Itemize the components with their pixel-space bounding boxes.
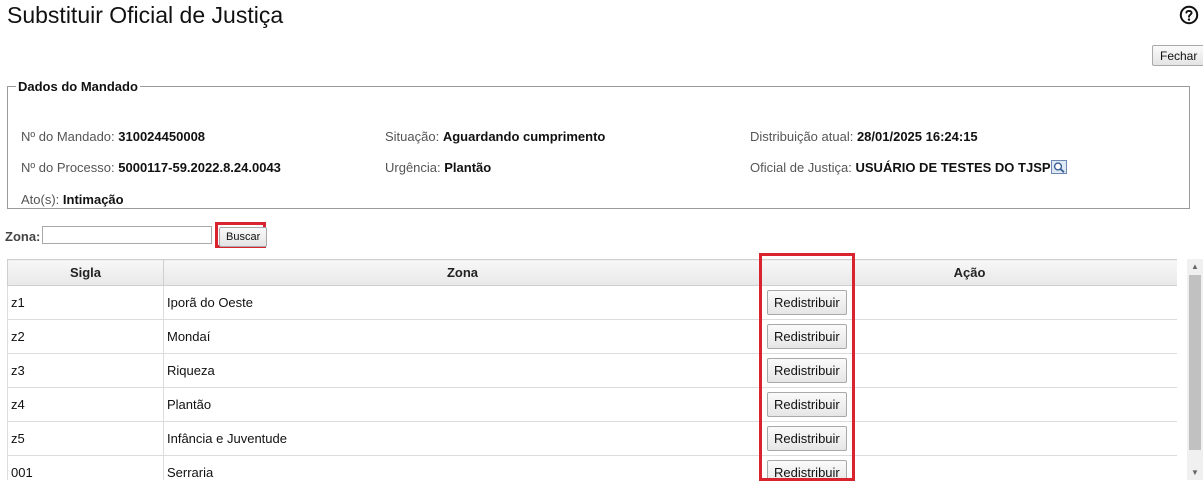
acts-field: Ato(s): Intimação [21, 192, 124, 207]
zone-search-input[interactable] [42, 226, 212, 244]
scroll-up-arrow-icon[interactable]: ▲ [1187, 260, 1203, 274]
table-row: z1 Iporã do Oeste Redistribuir [7, 285, 1177, 320]
officer-value: USUÁRIO DE TESTES DO TJSP [855, 160, 1051, 175]
cell-action: Redistribuir [761, 319, 1177, 354]
redistribute-button[interactable]: Redistribuir [767, 460, 847, 480]
help-circle-icon[interactable] [1179, 5, 1199, 25]
magnifier-icon[interactable] [1050, 160, 1067, 174]
warrant-details-legend: Dados do Mandado [18, 79, 138, 94]
cell-sigla: z1 [7, 285, 164, 320]
status-field: Situação: Aguardando cumprimento [385, 129, 605, 144]
redistribute-button[interactable]: Redistribuir [767, 358, 847, 383]
scroll-down-arrow-icon[interactable]: ▼ [1187, 466, 1203, 480]
cell-sigla: z4 [7, 387, 164, 422]
warrant-number-value: 310024450008 [118, 129, 206, 144]
urgency-label: Urgência: [385, 160, 441, 175]
cell-action: Redistribuir [761, 353, 1177, 388]
acts-value: Intimação [62, 192, 124, 207]
table-row: z3 Riqueza Redistribuir [7, 353, 1177, 388]
cell-zona: Infância e Juventude [163, 421, 762, 456]
current-distribution-field: Distribuição atual: 28/01/2025 16:24:15 [750, 129, 978, 144]
page-title: Substituir Oficial de Justiça [7, 2, 284, 28]
process-number-field: Nº do Processo: 5000117-59.2022.8.24.004… [21, 160, 281, 175]
cell-sigla: z2 [7, 319, 164, 354]
urgency-field: Urgência: Plantão [385, 160, 491, 175]
warrant-number-field: Nº do Mandado: 310024450008 [21, 129, 205, 144]
table-row: 001 Serraria Redistribuir [7, 455, 1177, 480]
table-scrollbar[interactable]: ▲ ▼ [1187, 259, 1203, 480]
cell-zona: Serraria [163, 455, 762, 480]
cell-zona: Iporã do Oeste [163, 285, 762, 320]
search-button[interactable]: Buscar [219, 227, 268, 247]
table-row: z2 Mondaí Redistribuir [7, 319, 1177, 354]
cell-zona: Mondaí [163, 319, 762, 354]
status-label: Situação: [385, 129, 440, 144]
close-button[interactable]: Fechar [1152, 45, 1203, 66]
status-value: Aguardando cumprimento [442, 129, 606, 144]
table-row: z5 Infância e Juventude Redistribuir [7, 421, 1177, 456]
zone-search-label: Zona: [5, 229, 41, 244]
zones-table: Sigla Zona Ação z1 Iporã do Oeste Redist… [7, 259, 1177, 480]
column-header-zona[interactable]: Zona [163, 259, 762, 286]
redistribute-button[interactable]: Redistribuir [767, 392, 847, 417]
redistribute-button[interactable]: Redistribuir [767, 324, 847, 349]
column-header-acao: Ação [761, 259, 1177, 286]
officer-field: Oficial de Justiça: USUÁRIO DE TESTES DO… [750, 160, 1067, 175]
process-number-value: 5000117-59.2022.8.24.0043 [118, 160, 281, 175]
officer-label: Oficial de Justiça: [750, 160, 852, 175]
scrollbar-thumb[interactable] [1189, 275, 1201, 450]
cell-action: Redistribuir [761, 421, 1177, 456]
cell-action: Redistribuir [761, 285, 1177, 320]
current-distribution-label: Distribuição atual: [750, 129, 854, 144]
process-number-label: Nº do Processo: [21, 160, 115, 175]
current-distribution-value: 28/01/2025 16:24:15 [856, 129, 978, 144]
cell-sigla: z3 [7, 353, 164, 388]
redistribute-button[interactable]: Redistribuir [767, 426, 847, 451]
redistribute-button[interactable]: Redistribuir [767, 290, 847, 315]
cell-sigla: z5 [7, 421, 164, 456]
warrant-details-panel: Dados do Mandado Nº do Mandado: 31002445… [7, 79, 1190, 209]
cell-zona: Riqueza [163, 353, 762, 388]
column-header-sigla[interactable]: Sigla [7, 259, 164, 286]
zones-table-container: Sigla Zona Ação z1 Iporã do Oeste Redist… [7, 259, 1177, 480]
table-header-row: Sigla Zona Ação [7, 259, 1177, 286]
cell-action: Redistribuir [761, 387, 1177, 422]
urgency-value: Plantão [444, 160, 492, 175]
acts-label: Ato(s): [21, 192, 60, 207]
table-row: z4 Plantão Redistribuir [7, 387, 1177, 422]
cell-sigla: 001 [7, 455, 164, 480]
cell-zona: Plantão [163, 387, 762, 422]
warrant-number-label: Nº do Mandado: [21, 129, 115, 144]
cell-action: Redistribuir [761, 455, 1177, 480]
